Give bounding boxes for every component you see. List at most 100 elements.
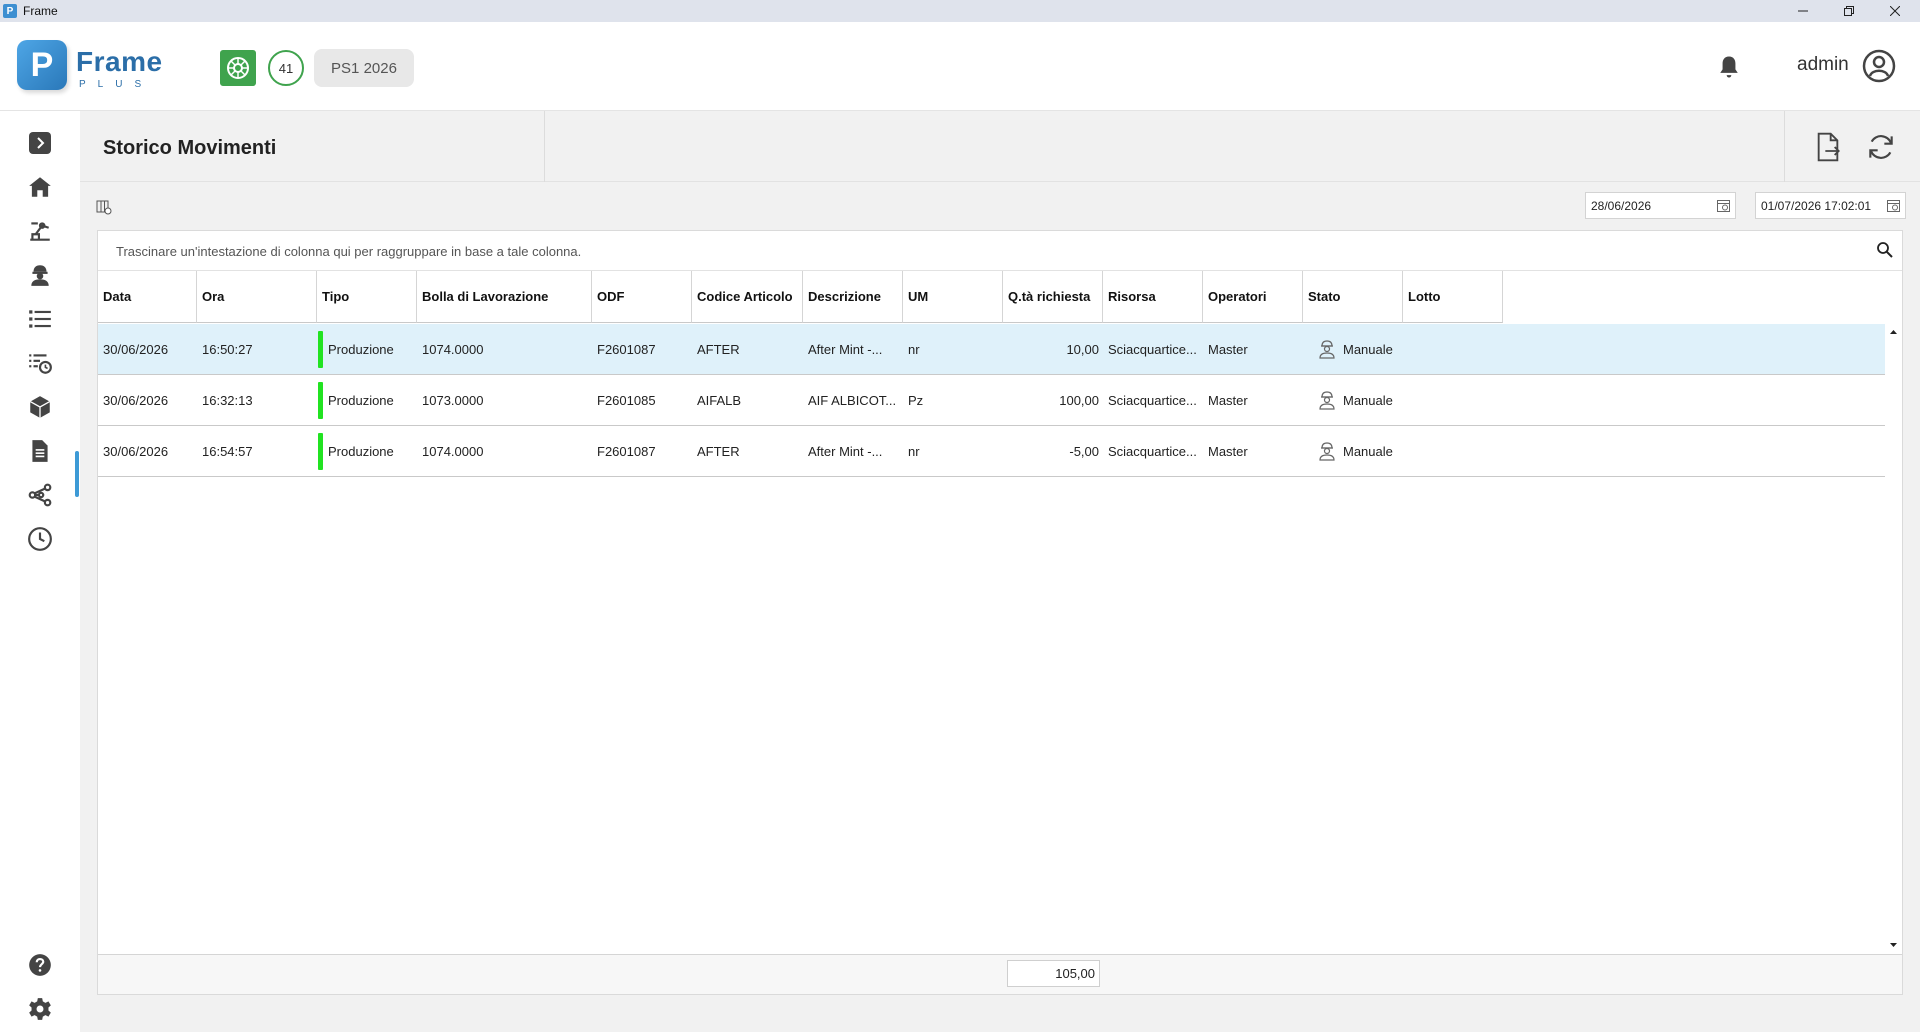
column-header-stato[interactable]: Stato	[1303, 271, 1403, 323]
column-header-data[interactable]: Data	[98, 271, 197, 323]
cell-tipo: Produzione	[328, 341, 394, 357]
cell-ora: 16:32:13	[202, 392, 253, 408]
group-by-hint: Trascinare un'intestazione di colonna qu…	[116, 244, 582, 259]
main-content: Storico Movimenti 28/06/2026 01/07/2026 …	[80, 111, 1920, 1032]
calendar-icon[interactable]	[1887, 199, 1900, 212]
machine-icon[interactable]	[22, 213, 58, 249]
column-header-bolla[interactable]: Bolla di Lavorazione	[417, 271, 592, 323]
column-header-odf[interactable]: ODF	[592, 271, 692, 323]
column-header-descrizione[interactable]: Descrizione	[803, 271, 903, 323]
total-qta: 105,00	[1007, 960, 1100, 987]
date-to-value: 01/07/2026 17:02:01	[1761, 198, 1872, 213]
home-icon[interactable]	[22, 169, 58, 205]
calendar-icon[interactable]	[1717, 199, 1730, 212]
user-name[interactable]: admin	[1797, 54, 1849, 76]
column-header-codice-articolo[interactable]: Codice Articolo	[692, 271, 803, 323]
cell-operatori: Master	[1208, 443, 1248, 459]
column-header-risorsa[interactable]: Risorsa	[1103, 271, 1203, 323]
page-header: Storico Movimenti	[80, 111, 1920, 182]
vertical-scrollbar[interactable]	[1885, 323, 1902, 954]
clock-icon[interactable]	[22, 521, 58, 557]
cell-qta: 100,00	[1059, 392, 1099, 408]
group-by-panel[interactable]: Trascinare un'intestazione di colonna qu…	[98, 231, 1902, 271]
scroll-down-icon	[1890, 943, 1897, 947]
cell-descrizione: After Mint -...	[808, 341, 883, 357]
bell-icon[interactable]	[1715, 53, 1743, 81]
sidebar-active-indicator	[75, 451, 79, 497]
table-row[interactable]: 30/06/2026 16:50:27 Produzione 1074.0000…	[98, 324, 1885, 375]
minimize-icon[interactable]	[1780, 0, 1826, 22]
header-divider	[1784, 111, 1785, 182]
cell-odf: F2601087	[597, 341, 656, 357]
cell-risorsa: Sciacquartice...	[1108, 392, 1197, 408]
operator-status-icon	[1319, 442, 1335, 461]
table-row[interactable]: 30/06/2026 16:54:57 Produzione 1074.0000…	[98, 426, 1885, 477]
cell-lotto	[1403, 324, 1503, 374]
header-divider	[544, 111, 545, 182]
cell-stato: Manuale	[1343, 341, 1393, 357]
operator-status-icon	[1319, 340, 1335, 359]
history-icon[interactable]	[22, 345, 58, 381]
cell-bolla: 1074.0000	[422, 443, 484, 459]
cell-stato: Manuale	[1343, 443, 1393, 459]
close-icon[interactable]	[1872, 0, 1918, 22]
cell-data: 30/06/2026	[103, 341, 169, 357]
column-chooser-icon[interactable]	[94, 197, 114, 217]
cell-odf: F2601087	[597, 443, 656, 459]
date-to-field[interactable]: 01/07/2026 17:02:01	[1755, 192, 1906, 219]
cell-descrizione: After Mint -...	[808, 443, 883, 459]
cell-codice: AFTER	[697, 341, 740, 357]
expand-icon[interactable]	[22, 125, 58, 161]
cell-um: Pz	[908, 392, 924, 408]
column-header-ora[interactable]: Ora	[197, 271, 317, 323]
cell-descrizione: AIF ALBICOT...	[808, 392, 897, 408]
cell-um: nr	[908, 341, 920, 357]
column-header-lotto[interactable]: Lotto	[1403, 271, 1503, 323]
cell-codice: AFTER	[697, 443, 740, 459]
cell-tipo: Produzione	[328, 392, 394, 408]
page-title: Storico Movimenti	[103, 137, 277, 159]
column-header-operatori[interactable]: Operatori	[1203, 271, 1303, 323]
user-avatar-icon[interactable]	[1862, 49, 1896, 83]
cell-ora: 16:50:27	[202, 341, 253, 357]
logo-mark: P	[17, 40, 67, 90]
settings-icon[interactable]	[22, 991, 58, 1027]
movements-grid: Trascinare un'intestazione di colonna qu…	[97, 230, 1903, 995]
cell-lotto	[1403, 426, 1503, 476]
cell-bolla: 1073.0000	[422, 392, 484, 408]
app-header: P Frame PLUS 41 PS1 2026 admin	[0, 22, 1920, 111]
app-icon: P	[3, 4, 17, 18]
restore-icon[interactable]	[1826, 0, 1872, 22]
list-icon[interactable]	[22, 301, 58, 337]
cell-stato: Manuale	[1343, 392, 1393, 408]
window-titlebar: P Frame	[0, 0, 1920, 22]
cell-data: 30/06/2026	[103, 443, 169, 459]
column-header-tipo[interactable]: Tipo	[317, 271, 417, 323]
search-icon[interactable]	[1876, 241, 1894, 259]
export-icon[interactable]	[1810, 129, 1846, 165]
operator-status-icon	[1319, 391, 1335, 410]
period-selector[interactable]: PS1 2026	[314, 49, 414, 87]
document-icon[interactable]	[22, 433, 58, 469]
column-header-qta-richiesta[interactable]: Q.tà richiesta	[1003, 271, 1103, 323]
cell-operatori: Master	[1208, 392, 1248, 408]
share-icon[interactable]	[22, 477, 58, 513]
scroll-up-icon	[1890, 330, 1897, 334]
cell-bolla: 1074.0000	[422, 341, 484, 357]
logo-name: Frame	[76, 46, 163, 77]
column-header-um[interactable]: UM	[903, 271, 1003, 323]
logo-subtitle: PLUS	[79, 79, 154, 90]
cell-lotto	[1403, 375, 1503, 425]
refresh-icon[interactable]	[1863, 129, 1899, 165]
table-row[interactable]: 30/06/2026 16:32:13 Produzione 1073.0000…	[98, 375, 1885, 426]
date-from-field[interactable]: 28/06/2026	[1585, 192, 1736, 219]
help-icon[interactable]	[22, 947, 58, 983]
box-icon[interactable]	[22, 389, 58, 425]
cell-operatori: Master	[1208, 341, 1248, 357]
plant-badge-icon[interactable]	[220, 50, 256, 86]
cell-risorsa: Sciacquartice...	[1108, 443, 1197, 459]
count-badge[interactable]: 41	[268, 50, 304, 86]
operator-icon[interactable]	[22, 257, 58, 293]
sidebar	[0, 111, 80, 1032]
cell-risorsa: Sciacquartice...	[1108, 341, 1197, 357]
